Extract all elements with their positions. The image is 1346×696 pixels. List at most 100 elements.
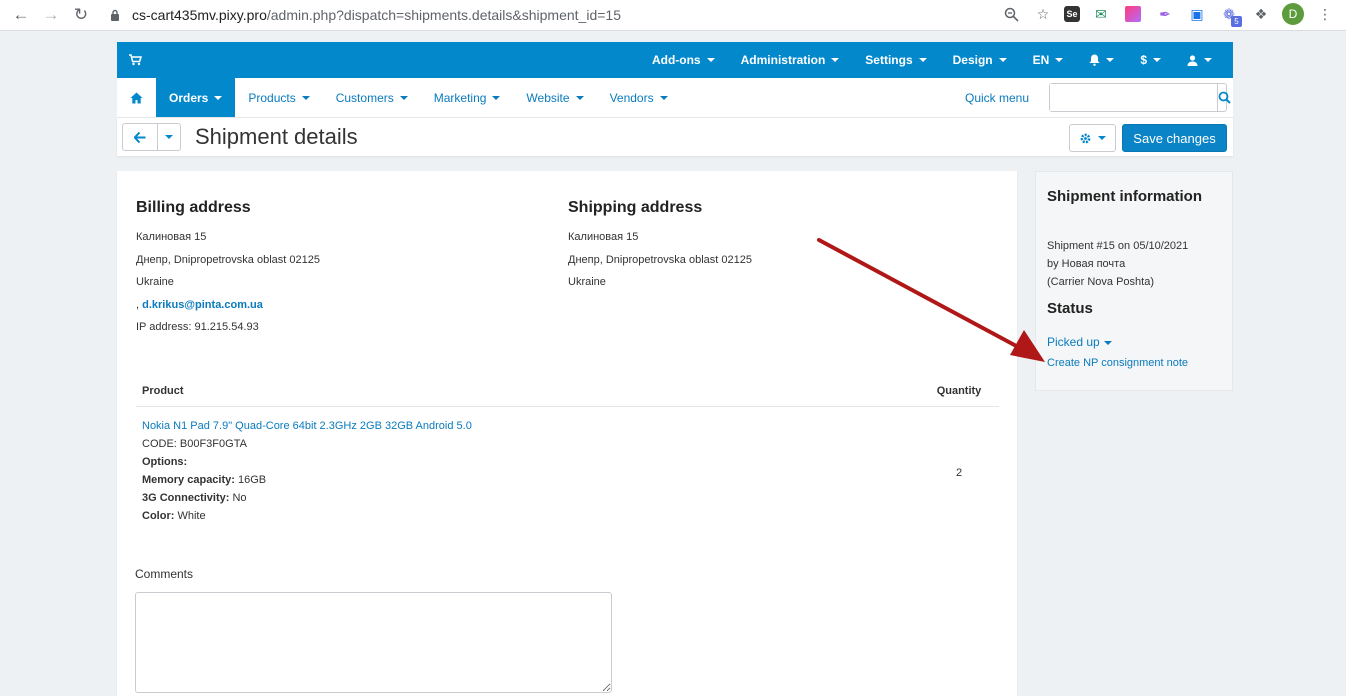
admin-topbar: Add-ons Administration Settings Design E…	[117, 42, 1233, 78]
title-bar: Shipment details Save changes	[117, 117, 1233, 156]
url-host: cs-cart435mv.pixy.pro	[132, 7, 267, 23]
chevron-down-icon	[165, 135, 173, 139]
topbar-language-label: EN	[1032, 53, 1050, 67]
nav-website-label: Website	[526, 90, 570, 105]
page-title: Shipment details	[195, 124, 358, 149]
option-3g: 3G Connectivity: No	[142, 489, 919, 507]
billing-heading: Billing address	[136, 199, 251, 216]
lock-icon[interactable]	[110, 9, 124, 21]
billing-ip: IP address: 91.215.54.93	[136, 321, 259, 333]
options-label: Options:	[142, 453, 919, 471]
product-quantity: 2	[955, 467, 963, 479]
chevron-down-icon	[831, 58, 840, 62]
browser-reload-icon[interactable]: ↻	[66, 0, 96, 30]
shipment-info-line3: (Carrier Nova Poshta)	[1047, 276, 1154, 288]
feather-extension-icon[interactable]: ✒	[1154, 3, 1176, 25]
chevron-down-icon	[575, 95, 584, 100]
billing-line2: Днепр, Dnipropetrovska oblast 02125	[136, 253, 320, 266]
nav-customers[interactable]: Customers	[323, 78, 421, 117]
column-quantity: Quantity	[936, 384, 982, 397]
billing-email-link[interactable]: d.krikus@pinta.com.ua	[142, 299, 263, 311]
zoom-icon[interactable]	[1000, 3, 1022, 25]
home-icon[interactable]	[117, 78, 156, 117]
nav-orders-label: Orders	[169, 90, 209, 105]
billing-line3: Ukraine	[136, 276, 174, 288]
browser-back-icon[interactable]: ←	[6, 0, 36, 30]
save-changes-button[interactable]: Save changes	[1122, 124, 1227, 152]
option-memory-value: 16GB	[234, 474, 267, 486]
image-extension-icon[interactable]: ▣	[1186, 3, 1208, 25]
bookmark-star-icon[interactable]: ☆	[1032, 3, 1054, 25]
quick-menu-link[interactable]: Quick menu	[965, 78, 1029, 117]
option-3g-value: No	[229, 492, 247, 504]
topbar-administration-label: Administration	[740, 53, 826, 67]
chevron-down-icon	[214, 95, 223, 100]
user-icon	[1187, 54, 1198, 66]
profile-avatar[interactable]: D	[1282, 3, 1304, 25]
comments-textarea[interactable]	[135, 592, 612, 693]
cart-icon[interactable]	[117, 54, 153, 66]
chevron-down-icon	[1055, 58, 1064, 62]
chevron-down-icon	[1098, 136, 1106, 140]
billing-email-line: , d.krikus@pinta.com.ua	[136, 294, 320, 317]
option-memory-label: Memory capacity:	[142, 474, 235, 486]
nav-orders[interactable]: Orders	[156, 78, 236, 117]
option-color-value: White	[174, 510, 206, 522]
nav-customers-label: Customers	[335, 90, 394, 105]
back-arrow-icon[interactable]	[123, 124, 158, 150]
billing-address: Billing address Калиновая 15 Днепр, Dnip…	[136, 199, 320, 339]
selenium-extension-icon[interactable]: Se	[1064, 6, 1080, 22]
nav-vendors-label: Vendors	[609, 90, 654, 105]
nav-vendors[interactable]: Vendors	[597, 78, 681, 117]
search-icon[interactable]	[1217, 84, 1231, 111]
puzzle-extensions-icon[interactable]: ❖	[1250, 3, 1272, 25]
status-dropdown[interactable]: Picked up	[1047, 335, 1112, 349]
product-name-link[interactable]: Nokia N1 Pad 7.9" Quad-Core 64bit 2.3GHz…	[142, 417, 919, 435]
table-row: Nokia N1 Pad 7.9" Quad-Core 64bit 2.3GHz…	[136, 407, 999, 525]
browser-menu-icon[interactable]: ⋮	[1314, 3, 1336, 25]
nav-website[interactable]: Website	[513, 78, 596, 117]
url-path: /admin.php?dispatch=shipments.details&sh…	[266, 7, 621, 23]
chevron-down-icon	[706, 58, 715, 62]
status-heading: Status	[1047, 300, 1093, 317]
nav-marketing[interactable]: Marketing	[421, 78, 514, 117]
gear-extension-icon[interactable]: ❁ 5	[1218, 3, 1242, 27]
topbar-language[interactable]: EN	[1020, 42, 1077, 78]
shipment-info-heading: Shipment information	[1047, 188, 1202, 205]
browser-toolbar: ← → ↻ cs-cart435mv.pixy.pro/admin.php?di…	[0, 0, 1346, 31]
chevron-down-icon	[1204, 58, 1212, 62]
comments-label: Comments	[135, 567, 194, 581]
nav-products[interactable]: Products	[235, 78, 322, 117]
billing-line1: Калиновая 15	[136, 231, 207, 243]
chevron-down-icon	[399, 95, 408, 100]
topbar-design-label: Design	[952, 53, 993, 67]
topbar-administration[interactable]: Administration	[728, 42, 853, 78]
shipping-heading: Shipping address	[568, 199, 703, 216]
shipment-info-line2: by Новая почта	[1047, 258, 1126, 270]
option-memory: Memory capacity: 16GB	[142, 471, 919, 489]
topbar-design[interactable]: Design	[940, 42, 1020, 78]
gradient-extension-icon[interactable]	[1122, 3, 1144, 25]
main-navigation: Orders Products Customers Marketing Webs…	[117, 78, 1233, 117]
topbar-settings[interactable]: Settings	[852, 42, 939, 78]
search-input[interactable]	[1050, 84, 1217, 111]
shipment-info-sidebar: Shipment information Shipment #15 on 05/…	[1035, 171, 1233, 391]
topbar-addons[interactable]: Add-ons	[639, 42, 728, 78]
chevron-down-icon	[659, 95, 668, 100]
mail-extension-icon[interactable]: ✉	[1090, 3, 1112, 25]
topbar-notifications[interactable]	[1076, 42, 1127, 78]
topbar-currency-label: $	[1140, 53, 1147, 67]
topbar-addons-label: Add-ons	[651, 53, 701, 67]
browser-forward-icon[interactable]: →	[36, 0, 66, 30]
option-3g-label: 3G Connectivity:	[142, 492, 230, 504]
chevron-down-icon	[918, 58, 927, 62]
topbar-currency[interactable]: $	[1127, 42, 1174, 78]
history-dropdown[interactable]	[158, 124, 180, 150]
address-bar[interactable]: cs-cart435mv.pixy.pro/admin.php?dispatch…	[132, 7, 621, 23]
topbar-user[interactable]	[1174, 42, 1225, 78]
create-np-consignment-link[interactable]: Create NP consignment note	[1047, 357, 1188, 369]
settings-dropdown-button[interactable]	[1069, 124, 1116, 152]
options-heading: Options:	[142, 456, 188, 468]
shipment-info-text: Shipment #15 on 05/10/2021 by Новая почт…	[1047, 237, 1188, 291]
extension-badge: 5	[1231, 16, 1242, 27]
